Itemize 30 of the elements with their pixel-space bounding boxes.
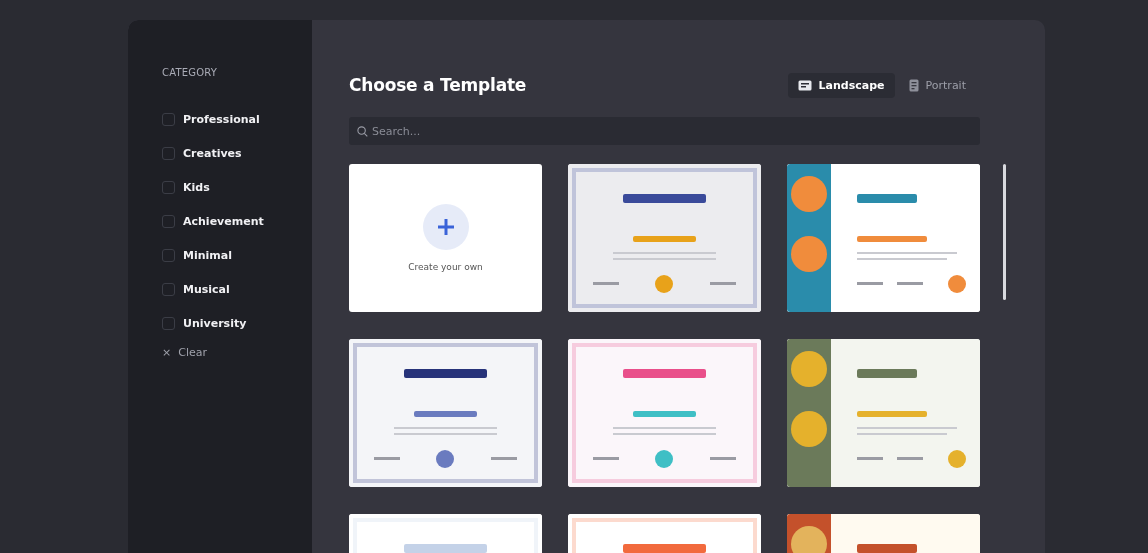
certificate-template-thumbnail[interactable] bbox=[787, 164, 980, 312]
checkbox[interactable] bbox=[162, 112, 175, 126]
landscape-icon bbox=[797, 79, 812, 91]
certificate-template-thumbnail[interactable] bbox=[349, 339, 542, 487]
checkbox[interactable] bbox=[162, 248, 175, 262]
category-option[interactable]: Creatives bbox=[162, 136, 242, 170]
checkbox[interactable] bbox=[162, 214, 175, 228]
category-option[interactable]: Minimal bbox=[162, 238, 232, 272]
orientation-tab[interactable]: Landscape bbox=[787, 72, 895, 98]
checkbox[interactable] bbox=[162, 146, 175, 160]
portrait-icon bbox=[908, 78, 919, 92]
category-heading: CATEGORY bbox=[162, 67, 218, 78]
clear-button[interactable]: × Clear bbox=[162, 346, 207, 359]
create-template-card[interactable]: Create your own bbox=[349, 164, 542, 312]
dialog-title: Choose a Template bbox=[349, 75, 527, 95]
orientation-tab[interactable]: Portrait bbox=[898, 72, 976, 98]
checkbox[interactable] bbox=[162, 282, 175, 296]
certificate-template-thumbnail[interactable] bbox=[568, 339, 761, 487]
category-option[interactable]: Professional bbox=[162, 102, 260, 136]
category-option[interactable]: Musical bbox=[162, 272, 230, 306]
scrollbar[interactable] bbox=[1003, 164, 1006, 300]
category-option[interactable]: Kids bbox=[162, 170, 210, 204]
plus-icon bbox=[436, 218, 455, 236]
checkbox[interactable] bbox=[162, 180, 175, 194]
checkbox[interactable] bbox=[162, 316, 175, 330]
category-option[interactable]: University bbox=[162, 306, 247, 340]
category-option[interactable]: Achievement bbox=[162, 204, 264, 238]
certificate-template-thumbnail[interactable] bbox=[568, 164, 761, 312]
certificate-template-thumbnail[interactable] bbox=[787, 339, 980, 487]
search-field[interactable]: Search... bbox=[349, 117, 980, 145]
